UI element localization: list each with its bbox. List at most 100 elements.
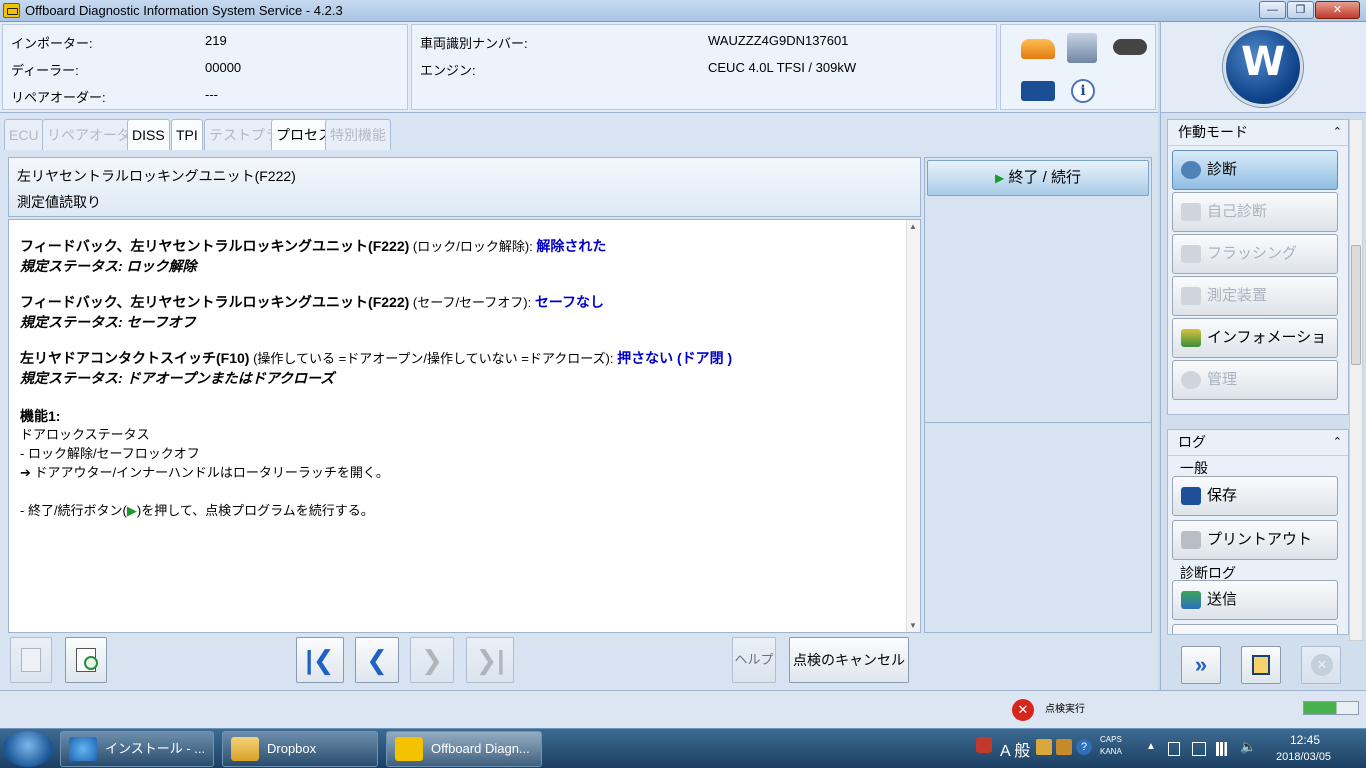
feedback-lock-line: フィードバック、左リヤセントラルロッキングユニット(F222) (ロック/ロック… [20,236,606,256]
feedback-lock-detail: (ロック/ロック解除): [409,239,537,254]
network-signal-icon[interactable] [1216,742,1230,756]
door-switch-detail: (操作している =ドアオープン/操作していない =ドアクローズ): [249,351,618,366]
tab-ecu[interactable]: ECU [4,119,44,150]
order-info-panel: インポーター: 219 ディーラー: 00000 リペアオーダー: --- [2,24,408,110]
scroll-down-icon[interactable]: ▼ [909,621,917,630]
door-switch-line: 左リヤドアコンタクトスイッチ(F10) (操作している =ドアオープン/操作して… [20,348,732,368]
network-icon[interactable] [1067,33,1097,63]
help-tray-icon[interactable]: ? [1076,739,1092,755]
volume-icon[interactable]: 🔈 [1240,739,1256,755]
fullscreen-button[interactable] [1241,646,1281,684]
status-text: 点検実行 [1045,704,1085,715]
previous-icon: ❮ [366,645,388,675]
help-button[interactable]: ヘルプ [732,637,776,683]
lock-spec-status: 規定ステータス: ロック解除 [20,258,197,274]
send-button[interactable]: 送信 [1172,580,1338,620]
windows-taskbar: インストール - ... Dropbox Offboard Diagn... A… [0,728,1366,768]
ime-tool-icon[interactable] [1056,739,1072,755]
fullscreen-icon [1252,655,1270,675]
clock-time[interactable]: 12:45 [1290,733,1320,747]
feedback-safe-value: セーフなし [534,294,604,310]
usb-tray-icon[interactable] [1168,742,1180,756]
measurement-text-area: フィードバック、左リヤセントラルロッキングユニット(F222) (ロック/ロック… [8,219,921,633]
play-icon: ▶ [995,171,1005,185]
taskbar-item-odis[interactable]: Offboard Diagn... [386,731,542,767]
send-icon [1181,591,1201,609]
last-page-button[interactable]: ❯| [466,637,514,683]
collapse-icon[interactable]: ⌃ [1333,120,1342,145]
operating-mode-header[interactable]: 作動モード ⌃ [1168,120,1348,146]
tab-special-functions[interactable]: 特別機能 [325,119,391,150]
main-content: 左リヤセントラルロッキングユニット(F222) 測定値読取り フィードバック、左… [0,151,1158,690]
mode-admin-button[interactable]: 管理 [1172,360,1338,400]
zoom-out-icon [21,648,41,672]
play-arrow-icon: ▶ [126,503,137,518]
fast-forward-button[interactable]: » [1181,646,1221,684]
usb-device-icon[interactable] [1021,81,1055,101]
operating-mode-section: 作動モード ⌃ 診断 自己診断 フラッシング 測定装置 インフォメーション 管理 [1167,119,1349,415]
print-button[interactable]: プリントアウト [1172,520,1338,560]
text-scrollbar[interactable]: ▲ ▼ [906,220,920,632]
cancel-test-button[interactable]: 点検のキャンセル [789,637,909,683]
stethoscope-icon [1181,161,1201,179]
mode-diagnosis-button[interactable]: 診断 [1172,150,1338,190]
log-collapse-icon[interactable]: ⌃ [1333,430,1342,455]
internet-explorer-icon [69,737,97,761]
next-button[interactable]: ❯ [410,637,454,683]
minimize-button[interactable]: — [1259,1,1286,19]
mode-measuring-button[interactable]: 測定装置 [1172,276,1338,316]
log-header[interactable]: ログ ⌃ [1168,430,1348,456]
action-center-icon[interactable] [1192,742,1206,756]
door-switch-value: 押さない (ドア閉 ) [617,350,733,366]
ime-pad-icon[interactable] [1036,739,1052,755]
finish-continue-button[interactable]: ▶ 終了 / 続行 [927,160,1149,196]
navigation-toolbar: |❮ ❮ ❯ ❯| ヘルプ 点検のキャンセル [0,633,1158,690]
sidebar-scrollbar[interactable] [1349,119,1363,641]
taskbar-item-dropbox[interactable]: Dropbox [222,731,378,767]
car-icon[interactable] [1021,39,1055,59]
feedback-lock-value: 解除された [536,238,607,254]
next-icon: ❯ [421,645,443,675]
info-icon[interactable]: i [1071,79,1095,103]
stop-icon[interactable]: ✕ [1012,699,1034,721]
partial-log-button[interactable] [1172,624,1338,634]
fast-forward-icon: » [1194,652,1208,677]
exit-button[interactable]: ✕ [1301,646,1341,684]
self-diagnosis-icon [1181,203,1201,221]
tab-diss[interactable]: DISS [127,119,170,150]
tab-tpi[interactable]: TPI [171,119,203,150]
last-page-icon: ❯| [475,645,505,675]
engine-warning-icon [395,737,423,761]
instruction-text-before: - 終了/続行ボタン( [20,503,127,518]
show-hidden-icons[interactable]: ▲ [1146,741,1156,752]
caps-indicator: CAPS [1100,735,1122,744]
start-button[interactable] [3,731,53,767]
first-page-button[interactable]: |❮ [296,637,344,683]
safe-spec-status: 規定ステータス: セーフオフ [20,314,196,330]
door-switch-title: 左リヤドアコンタクトスイッチ(F10) [20,350,250,366]
mode-self-diagnosis-button[interactable]: 自己診断 [1172,192,1338,232]
scroll-up-icon[interactable]: ▲ [909,222,917,231]
zoom-in-button[interactable] [65,637,107,683]
log-section: ログ ⌃ 一般 保存 プリントアウト 診断ログ 送信 [1167,429,1349,635]
function-line-3: ➔ ドアアウター/インナーハンドルはロータリーラッチを開く。 [20,465,389,480]
sidebar-scroll-thumb[interactable] [1351,245,1361,365]
taskbar-item-install[interactable]: インストール - ... [60,731,214,767]
procedure-subtitle: 測定値読取り [17,194,101,210]
ime-indicator[interactable]: A 般 [1000,737,1030,761]
key-icon[interactable] [1113,39,1147,55]
mode-flashing-button[interactable]: フラッシング [1172,234,1338,274]
repair-order-label: リペアオーダー: [11,90,106,105]
clock-date[interactable]: 2018/03/05 [1276,751,1331,763]
mode-information-button[interactable]: インフォメーション [1172,318,1338,384]
maximize-button[interactable]: ❐ [1287,1,1314,19]
tray-alert-icon[interactable] [976,737,992,753]
instruction-line: - 終了/続行ボタン(▶)を押して、点検プログラムを続行する。 [20,500,374,519]
save-button[interactable]: 保存 [1172,476,1338,516]
previous-button[interactable]: ❮ [355,637,399,683]
instruction-text-after: )を押して、点検プログラムを続行する。 [136,503,374,518]
general-label: 一般 [1180,460,1208,476]
close-window-button[interactable]: ✕ [1315,1,1360,19]
zoom-out-button[interactable] [10,637,52,683]
vin-value: WAUZZZ4G9DN137601 [708,33,849,48]
